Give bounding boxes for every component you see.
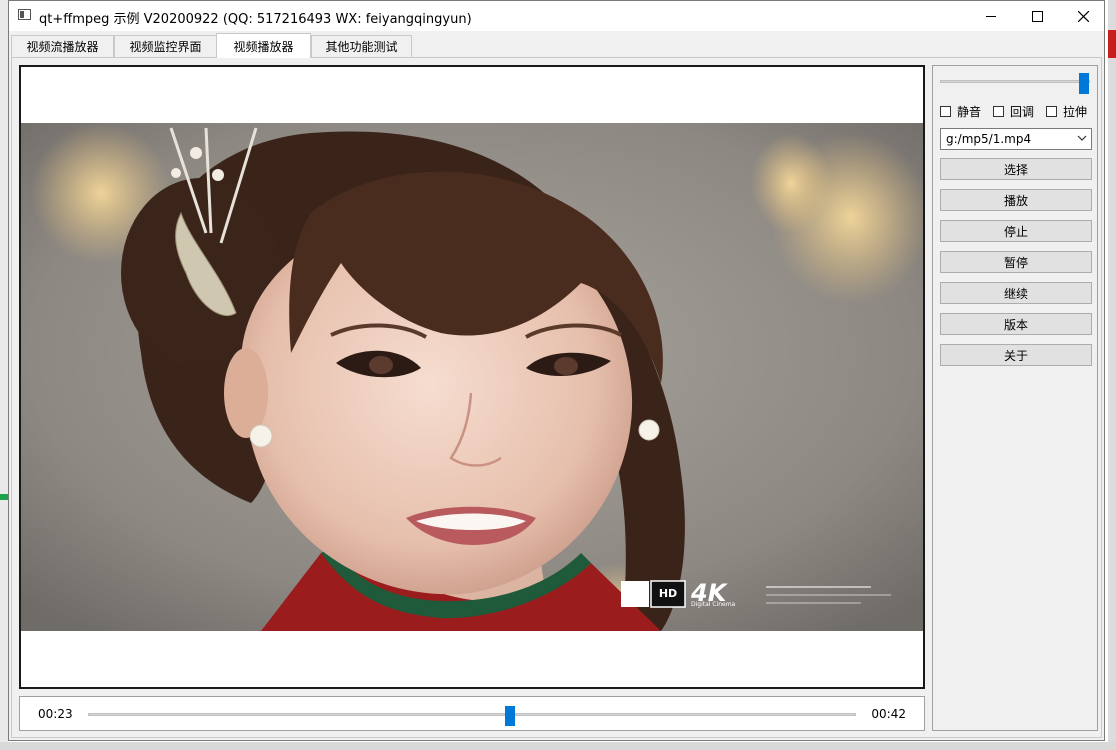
select-button[interactable]: 选择 — [940, 158, 1092, 180]
desktop-red-strip — [1108, 30, 1116, 58]
hd-label: HD — [659, 587, 677, 600]
stretch-checkbox-box[interactable] — [1046, 106, 1057, 117]
stretch-label: 拉伸 — [1063, 105, 1088, 119]
maximize-icon — [1031, 10, 1043, 22]
video-frame-image: HD 4K Digital Cinema — [21, 123, 923, 631]
tab-stream-player[interactable]: 视频流播放器 — [11, 35, 114, 57]
desktop-background-left — [0, 0, 8, 750]
maximize-button[interactable] — [1014, 1, 1060, 31]
mute-label: 静音 — [957, 105, 982, 119]
stop-button[interactable]: 停止 — [940, 220, 1092, 242]
file-path-value: g:/mp5/1.mp4 — [946, 132, 1032, 146]
tab-video-player[interactable]: 视频播放器 — [216, 33, 311, 58]
progress-slider[interactable] — [88, 706, 856, 726]
minimize-icon — [986, 16, 996, 17]
resume-button[interactable]: 继续 — [940, 282, 1092, 304]
about-button[interactable]: 关于 — [940, 344, 1092, 366]
callback-checkbox[interactable]: 回调 — [993, 103, 1034, 120]
volume-slider[interactable] — [940, 73, 1090, 94]
control-panel: 静音 回调 拉伸 g:/mp5/1.mp4 选择 播放 停止 暂停 继续 版本 … — [932, 65, 1098, 731]
pearl-earring — [638, 419, 660, 441]
close-icon — [1077, 10, 1089, 22]
desktop-taskbar-sliver — [0, 742, 1116, 750]
pause-button[interactable]: 暂停 — [940, 251, 1092, 273]
bokeh-light — [751, 133, 831, 233]
video-display[interactable]: HD 4K Digital Cinema — [19, 65, 925, 689]
desktop-background-right — [1108, 0, 1116, 750]
app-icon — [18, 9, 31, 20]
volume-slider-handle[interactable] — [1079, 73, 1089, 94]
tab-other-tests[interactable]: 其他功能测试 — [311, 35, 412, 57]
window-title: qt+ffmpeg 示例 V20200922 (QQ: 517216493 WX… — [39, 12, 472, 27]
pearl-earring — [249, 424, 273, 448]
mute-checkbox-box[interactable] — [940, 106, 951, 117]
brand-sub-label: Digital Cinema — [691, 601, 736, 608]
app-window: qt+ffmpeg 示例 V20200922 (QQ: 517216493 WX… — [8, 0, 1105, 741]
desktop-strip — [0, 494, 8, 500]
title-bar[interactable]: qt+ffmpeg 示例 V20200922 (QQ: 517216493 WX… — [9, 1, 1104, 31]
current-time: 00:23 — [38, 707, 73, 721]
callback-checkbox-box[interactable] — [993, 106, 1004, 117]
mute-checkbox[interactable]: 静音 — [940, 103, 981, 120]
progress-slider-handle[interactable] — [505, 706, 516, 726]
total-time: 00:42 — [871, 707, 906, 721]
version-button[interactable]: 版本 — [940, 313, 1092, 335]
tab-content: HD 4K Digital Cinema 00:23 00:42 静音 回调 拉… — [11, 57, 1102, 738]
stretch-checkbox[interactable]: 拉伸 — [1046, 103, 1087, 120]
close-button[interactable] — [1060, 1, 1106, 31]
file-path-combobox[interactable]: g:/mp5/1.mp4 — [940, 128, 1092, 150]
chevron-down-icon — [1077, 135, 1087, 141]
option-checkboxes: 静音 回调 拉伸 — [940, 103, 1095, 121]
minimize-button[interactable] — [968, 1, 1014, 31]
play-button[interactable]: 播放 — [940, 189, 1092, 211]
tab-monitor[interactable]: 视频监控界面 — [114, 35, 217, 57]
callback-label: 回调 — [1010, 105, 1035, 119]
progress-bar-area: 00:23 00:42 — [19, 696, 925, 731]
